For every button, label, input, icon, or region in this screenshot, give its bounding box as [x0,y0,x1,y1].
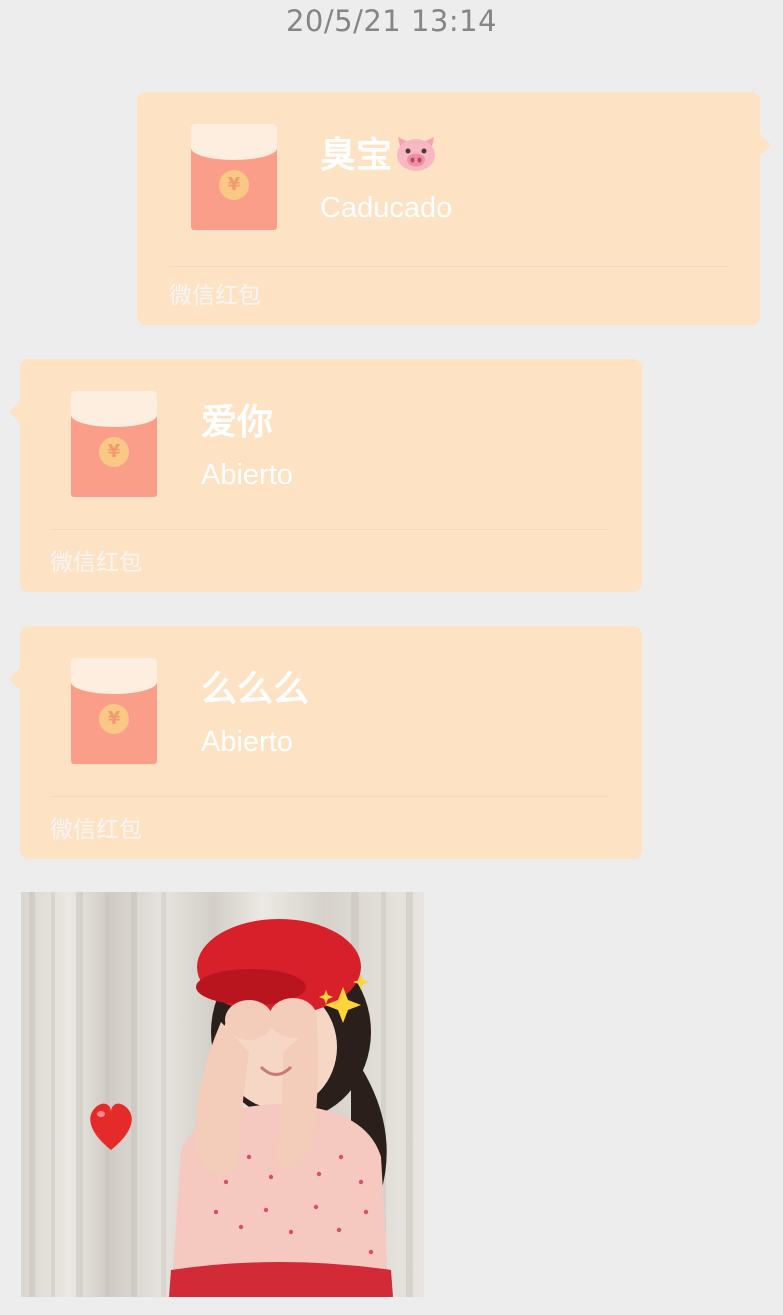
red-envelope-icon: ¥ [71,391,157,497]
red-packet-brand-label: 微信红包 [169,283,261,309]
red-packet-status: Abierto [201,726,293,758]
red-packet-greeting-text: 臭宝 [320,135,393,176]
photo-illustration [29,892,413,1297]
red-heart-icon [90,1103,132,1150]
divider [50,796,608,797]
bubble-tail [760,134,771,156]
red-packet-status: Caducado [320,192,453,224]
red-packet-status: Abierto [201,459,293,491]
red-envelope-icon: ¥ [191,124,277,230]
bubble-tail [9,668,20,690]
yuan-coin-icon: ¥ [99,437,129,467]
yuan-coin-icon: ¥ [219,170,249,200]
red-packet-greeting: 爱你 [201,402,274,443]
red-packet-brand-label: 微信红包 [50,550,142,576]
pig-face-icon [394,135,438,173]
red-packet-message[interactable]: ¥ 臭宝 Caducado 微信红包 [137,92,771,325]
image-message[interactable] [21,892,424,1297]
red-packet-message[interactable]: ¥ 么么么 Abierto 微信红包 [9,626,642,859]
red-packet-brand-label: 微信红包 [50,817,142,843]
bubble-tail [9,401,20,423]
yuan-coin-icon: ¥ [99,704,129,734]
red-packet-greeting: 么么么 [201,669,310,710]
divider [50,529,608,530]
red-packet-message[interactable]: ¥ 爱你 Abierto 微信红包 [9,359,642,592]
red-packet-greeting: 臭宝 [320,134,438,178]
red-envelope-icon: ¥ [71,658,157,764]
chat-timestamp: 20/5/21 13:14 [285,4,498,38]
divider [169,266,728,267]
